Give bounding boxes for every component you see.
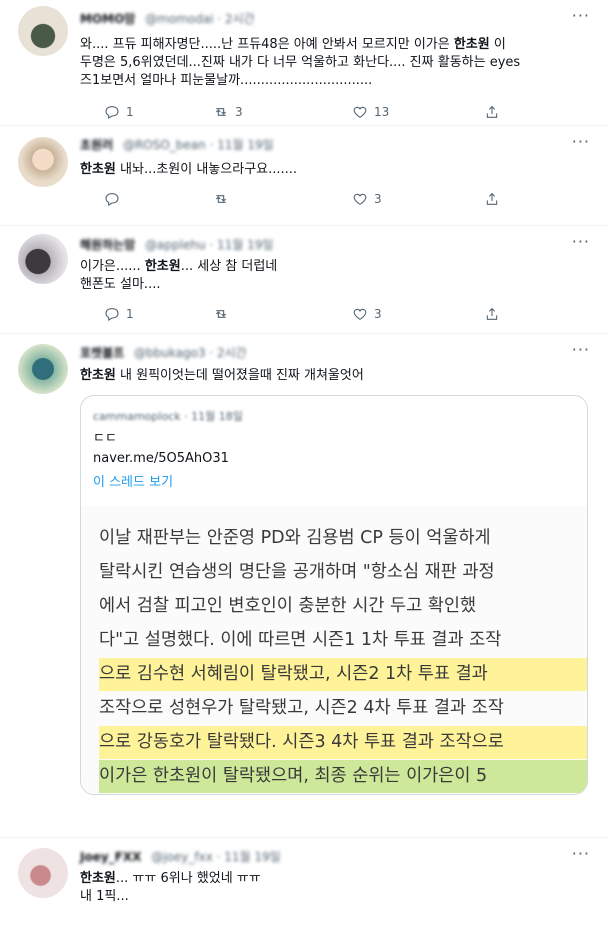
share-button[interactable] xyxy=(484,101,500,123)
author-handle[interactable]: @applehu · 11월 19일 xyxy=(145,238,273,252)
quoted-text: ㄷㄷ xyxy=(93,431,117,446)
tweet-text: 한초원... ㅠㅠ 6위나 했었네 ㅠㅠ 내 1픽... xyxy=(80,871,261,904)
article-line: 으로 김수현 서혜림이 탈락됐고, 시즌2 1차 투표 결과 xyxy=(99,658,587,691)
share-icon xyxy=(486,105,498,118)
reply-count: 1 xyxy=(126,105,134,119)
tweet-header: 초원러 @ROSO_bean · 11월 19일 xyxy=(80,136,274,154)
reply-button[interactable] xyxy=(104,188,120,210)
retweet-button[interactable]: 3 xyxy=(213,101,243,123)
share-button[interactable] xyxy=(484,303,500,325)
tweet-header: 해원하는맘 @applehu · 11월 19일 xyxy=(80,236,273,254)
author-name[interactable]: 해원하는맘 xyxy=(80,238,135,252)
avatar[interactable] xyxy=(18,6,68,56)
article-image[interactable]: 이날 재판부는 안준영 PD와 김용범 CP 등이 억울하게 탈락시킨 연습생의… xyxy=(81,506,587,794)
like-button[interactable]: 13 xyxy=(352,101,389,123)
tweet-actions: 1 3 xyxy=(80,303,580,325)
more-dots-icon[interactable]: ··· xyxy=(572,844,590,863)
article-line: 으로 강동호가 탈락됐다. 시즌3 4차 투표 결과 조작으로 xyxy=(99,726,587,759)
tweet-actions: 3 xyxy=(80,188,580,210)
article-line: 조작으로 성현우가 탈락됐고, 시즌2 4차 투표 결과 조작 xyxy=(99,698,504,718)
article-line: 이가은 한초원이 탈락됐으며, 최종 순위는 이가은이 5 xyxy=(99,760,587,793)
article-line: 에서 검찰 피고인 변호인이 충분한 시간 두고 확인했 xyxy=(99,596,477,616)
avatar[interactable] xyxy=(18,234,68,284)
reply-icon xyxy=(105,193,119,206)
retweet-button[interactable] xyxy=(213,188,229,210)
show-thread-link[interactable]: 이 스레드 보기 xyxy=(93,474,173,492)
tweet-actions: 1 3 13 xyxy=(80,101,580,123)
reply-icon xyxy=(105,106,119,119)
more-dots-icon[interactable]: ··· xyxy=(572,232,590,251)
author-handle[interactable]: @bbukago3 · 2시간 xyxy=(134,346,247,360)
like-count: 3 xyxy=(374,307,382,321)
tweet-header: Joey_FXX @joey_fxx · 11월 19일 xyxy=(80,848,281,866)
article-line: 다"고 설명했다. 이에 따르면 시즌1 1차 투표 결과 조작 xyxy=(99,630,502,650)
share-icon xyxy=(486,192,498,205)
retweet-button[interactable] xyxy=(213,303,229,325)
author-handle[interactable]: @momodai · 2시간 xyxy=(145,12,255,26)
retweet-count: 3 xyxy=(235,105,243,119)
quoted-link[interactable]: naver.me/5O5AhO31 xyxy=(93,450,229,468)
like-count: 3 xyxy=(374,192,382,206)
heart-icon xyxy=(353,193,367,205)
author-name[interactable]: Joey_FXX xyxy=(80,850,141,864)
author-name[interactable]: 초원러 xyxy=(80,138,113,152)
reply-button[interactable]: 1 xyxy=(104,101,134,123)
share-button[interactable] xyxy=(484,188,500,210)
more-dots-icon[interactable]: ··· xyxy=(572,132,590,151)
reply-button[interactable]: 1 xyxy=(104,303,134,325)
reply-count: 1 xyxy=(126,307,134,321)
tweet-text: 한초원 내놔...초원이 내놓으라구요....... xyxy=(80,162,298,177)
tweet[interactable]: Joey_FXX @joey_fxx · 11월 19일 ··· 한초원... … xyxy=(0,838,608,948)
article-line: 탈락시킨 연습생의 명단을 공개하며 "항소심 재판 과정 xyxy=(99,562,495,582)
tweet-text: 한초원 내 원픽이엇는데 떨어졌을때 진짜 개쳐울엇어 xyxy=(80,368,364,383)
tweet[interactable]: 초원러 @ROSO_bean · 11월 19일 ··· 한초원 내놔...초원… xyxy=(0,126,608,226)
tweet[interactable]: MOMO맘 @momodai · 2시간 ··· 와.... 프듀 피해자명단.… xyxy=(0,0,608,126)
tweet-text: 와.... 프듀 피해자명단.....난 프듀48은 아예 안봐서 모르지만 이… xyxy=(80,37,521,88)
tweet-header: MOMO맘 @momodai · 2시간 xyxy=(80,10,255,28)
article-line: 이날 재판부는 안준영 PD와 김용범 CP 등이 억울하게 xyxy=(99,528,491,548)
avatar[interactable] xyxy=(18,848,68,898)
avatar[interactable] xyxy=(18,137,68,187)
like-button[interactable]: 3 xyxy=(352,303,382,325)
quoted-tweet-card[interactable]: cammamoplock · 11월 18일 ㄷㄷ naver.me/5O5Ah… xyxy=(80,395,588,795)
share-icon xyxy=(486,307,498,320)
quoted-author[interactable]: cammamoplock · 11월 18일 xyxy=(93,408,243,424)
author-name[interactable]: 포켓볼프 xyxy=(80,346,124,360)
author-handle[interactable]: @ROSO_bean · 11월 19일 xyxy=(123,138,274,152)
like-count: 13 xyxy=(374,105,390,119)
like-button[interactable]: 3 xyxy=(352,188,382,210)
heart-icon xyxy=(353,308,367,320)
more-dots-icon[interactable]: ··· xyxy=(572,340,590,359)
retweet-icon xyxy=(215,108,227,116)
heart-icon xyxy=(353,106,367,118)
more-dots-icon[interactable]: ··· xyxy=(572,6,590,25)
retweet-icon xyxy=(215,310,227,318)
author-handle[interactable]: @joey_fxx · 11월 19일 xyxy=(151,850,280,864)
tweet-header: 포켓볼프 @bbukago3 · 2시간 xyxy=(80,344,247,362)
tweet[interactable]: 해원하는맘 @applehu · 11월 19일 ··· 이가은...... 한… xyxy=(0,226,608,334)
author-name[interactable]: MOMO맘 xyxy=(80,12,135,26)
tweet-text: 이가은...... 한초원... 세상 참 더럽네 핸폰도 설마.... xyxy=(80,259,278,292)
avatar[interactable] xyxy=(18,344,68,394)
retweet-icon xyxy=(215,195,227,203)
reply-icon xyxy=(105,308,119,321)
